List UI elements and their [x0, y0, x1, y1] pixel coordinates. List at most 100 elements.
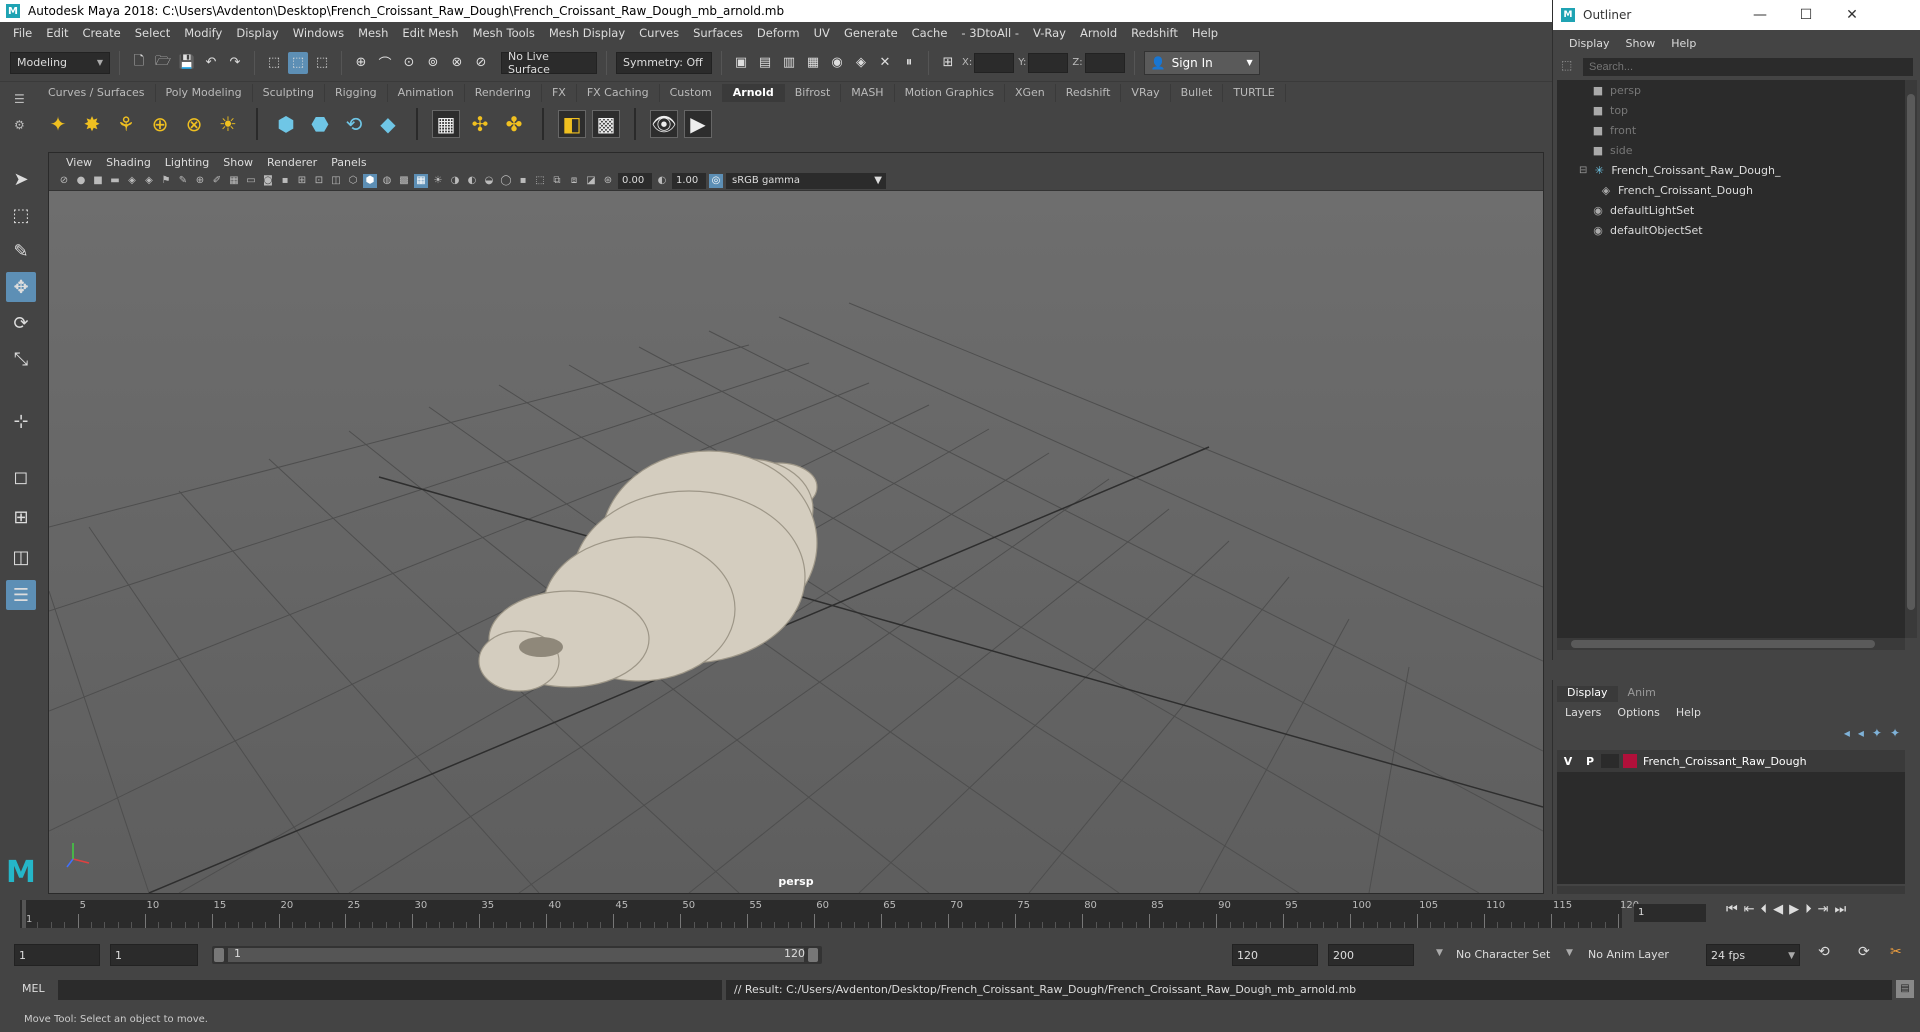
shelf-tab-arnold[interactable]: Arnold [722, 84, 785, 102]
scrollbar-thumb[interactable] [1571, 640, 1875, 648]
film-gate-icon[interactable]: ▭ [244, 174, 258, 188]
single-view-icon[interactable]: ◻ [6, 462, 36, 492]
shelf-tab-xgen[interactable]: XGen [1005, 84, 1056, 102]
shelf-tab-rendering[interactable]: Rendering [465, 84, 542, 102]
minimize-button[interactable]: — [1737, 0, 1783, 30]
command-input[interactable] [58, 980, 722, 1000]
outliner-item[interactable]: ■ persp [1591, 80, 1641, 100]
go-to-start-icon[interactable]: ⏮ [1726, 902, 1738, 917]
layer-visibility-toggle[interactable]: V [1557, 755, 1579, 768]
checker-icon[interactable]: ▩ [592, 110, 620, 138]
step-back-key-icon[interactable]: ⇤ [1744, 902, 1755, 917]
use-lights-icon[interactable]: ▦ [414, 173, 428, 188]
outliner-item[interactable]: ⊟ ✳ French_Croissant_Raw_Dough_ [1579, 160, 1780, 180]
shelf-tab-turtle[interactable]: TURTLE [1223, 84, 1286, 102]
shadows-icon[interactable]: ☀ [431, 174, 445, 188]
snap-edge-icon[interactable]: ⊘ [471, 52, 491, 74]
outliner-menu-display[interactable]: Display [1561, 37, 1618, 50]
select-hierarchy-icon[interactable]: ⬚ [264, 52, 284, 74]
menu-arnold[interactable]: Arnold [1073, 26, 1124, 40]
menu-redshift[interactable]: Redshift [1124, 26, 1185, 40]
animation-start-field[interactable]: 1 [14, 944, 100, 966]
script-editor-icon[interactable]: ▤ [1896, 980, 1914, 998]
texture-manager-icon[interactable]: ▦ [432, 110, 460, 138]
layer-display-type-toggle[interactable] [1601, 754, 1619, 768]
scrollbar-thumb[interactable] [1907, 94, 1915, 610]
bookmark-icon[interactable]: ■ [91, 174, 105, 188]
shader-ball-icon[interactable]: ◧ [558, 110, 586, 138]
new-scene-icon[interactable]: 🗋 [129, 52, 149, 74]
timeline-track[interactable]: 1 5 10 15 20 25 30 35 40 45 50 55 60 65 70 75 80 85 90 95 10… [20, 900, 1639, 928]
arnold-render-icon[interactable]: ◈ [851, 52, 871, 74]
menu-vray[interactable]: V-Ray [1026, 26, 1073, 40]
loop-icon[interactable]: ⟲ [1818, 944, 1830, 960]
viewport-panel[interactable]: View Shading Lighting Show Renderer Pane… [48, 152, 1544, 894]
grid-toggle-icon[interactable]: ▦ [227, 174, 241, 188]
character-set-dropdown[interactable]: No Character Set [1452, 944, 1560, 966]
save-scene-icon[interactable]: 💾 [177, 52, 197, 74]
anim-layer-dropdown[interactable]: No Anim Layer [1584, 944, 1684, 966]
snap-curve-icon[interactable]: ⌒ [375, 52, 395, 74]
viewport-menu-lighting[interactable]: Lighting [158, 156, 216, 169]
resolution-gate-icon[interactable]: ◙ [261, 174, 275, 188]
camera-tumble-icon[interactable]: ◈ [125, 174, 139, 188]
shelf-tab-custom[interactable]: Custom [660, 84, 723, 102]
menu-help[interactable]: Help [1185, 26, 1225, 40]
outliner-item[interactable]: ■ front [1591, 120, 1636, 140]
outliner-item[interactable]: ◈ French_Croissant_Dough [1599, 180, 1753, 200]
outliner-search-input[interactable] [1583, 58, 1913, 76]
range-start-handle[interactable] [214, 948, 224, 962]
volume-icon[interactable]: ◆ [374, 110, 402, 138]
lasso-tool-icon[interactable]: ⬚ [6, 200, 36, 230]
outliner-item[interactable]: ◉ defaultLightSet [1591, 200, 1694, 220]
flush-textures-icon[interactable]: ✤ [500, 110, 528, 138]
ipr-render-icon[interactable]: ▥ [779, 52, 799, 74]
exposure-icon[interactable]: ⊛ [601, 174, 615, 188]
menu-deform[interactable]: Deform [750, 26, 807, 40]
viewport-menu-shading[interactable]: Shading [99, 156, 158, 169]
sign-in-button[interactable]: 👤 Sign In ▼ [1143, 50, 1260, 75]
rotate-tool-icon[interactable]: ⟳ [6, 308, 36, 338]
ambient-occlusion-icon[interactable]: ◑ [448, 174, 462, 188]
animation-end-field[interactable]: 200 [1328, 944, 1414, 966]
mesh-light-icon[interactable]: ✸ [78, 110, 106, 138]
area-light-icon[interactable]: ✦ [44, 110, 72, 138]
menu-create[interactable]: Create [76, 26, 128, 40]
chevron-down-icon[interactable]: ▼ [1566, 948, 1573, 958]
scale-tool-icon[interactable]: ⤡ [6, 344, 36, 374]
color-space-dropdown[interactable]: sRGB gamma ▼ [726, 172, 886, 189]
xray-active-icon[interactable]: ⧈ [567, 174, 581, 188]
render-view-icon[interactable]: ▣ [731, 52, 751, 74]
layer-menu-help[interactable]: Help [1668, 706, 1709, 719]
shelf-tab-fx-caching[interactable]: FX Caching [577, 84, 660, 102]
hypershade-icon[interactable]: ◉ [827, 52, 847, 74]
select-objects-icon[interactable]: ⬚ [288, 51, 308, 74]
shelf-tab-animation[interactable]: Animation [388, 84, 465, 102]
shelf-tab-vray[interactable]: VRay [1121, 84, 1171, 102]
wireframe-on-shaded-icon[interactable]: ◍ [380, 174, 394, 188]
move-tool-icon[interactable]: ✥ [6, 272, 36, 302]
tab-display[interactable]: Display [1557, 686, 1618, 702]
last-tool-icon[interactable]: ⊹ [6, 406, 36, 436]
camera-select-icon[interactable]: ⊘ [57, 174, 71, 188]
shelf-tab-rigging[interactable]: Rigging [325, 84, 388, 102]
snap-grid-icon[interactable]: ⊕ [351, 52, 371, 74]
move-layer-up-icon[interactable]: ◂ [1844, 726, 1850, 740]
light-portal-icon[interactable]: ⊗ [180, 110, 208, 138]
playback-end-field[interactable]: 120 [1232, 944, 1318, 966]
menu-edit[interactable]: Edit [39, 26, 75, 40]
menu-generate[interactable]: Generate [837, 26, 905, 40]
layer-menu-layers[interactable]: Layers [1557, 706, 1609, 719]
menu-mesh-display[interactable]: Mesh Display [542, 26, 632, 40]
snap-view-icon[interactable]: ⊚ [423, 52, 443, 74]
range-bar[interactable]: 1 120 [212, 946, 822, 964]
gamma-icon[interactable]: ◐ [655, 174, 669, 188]
outliner-item[interactable]: ■ top [1591, 100, 1628, 120]
new-layer-from-selection-icon[interactable]: ✦ [1890, 726, 1900, 740]
close-button[interactable]: ✕ [1829, 0, 1875, 30]
play-backward-icon[interactable]: ◀ [1773, 902, 1783, 917]
step-forward-frame-icon[interactable]: ⏵ [1805, 902, 1812, 917]
collapse-icon[interactable]: ⊟ [1579, 165, 1587, 176]
smooth-shade-icon[interactable]: ⬢ [363, 173, 377, 188]
mel-label[interactable]: MEL [22, 982, 45, 995]
